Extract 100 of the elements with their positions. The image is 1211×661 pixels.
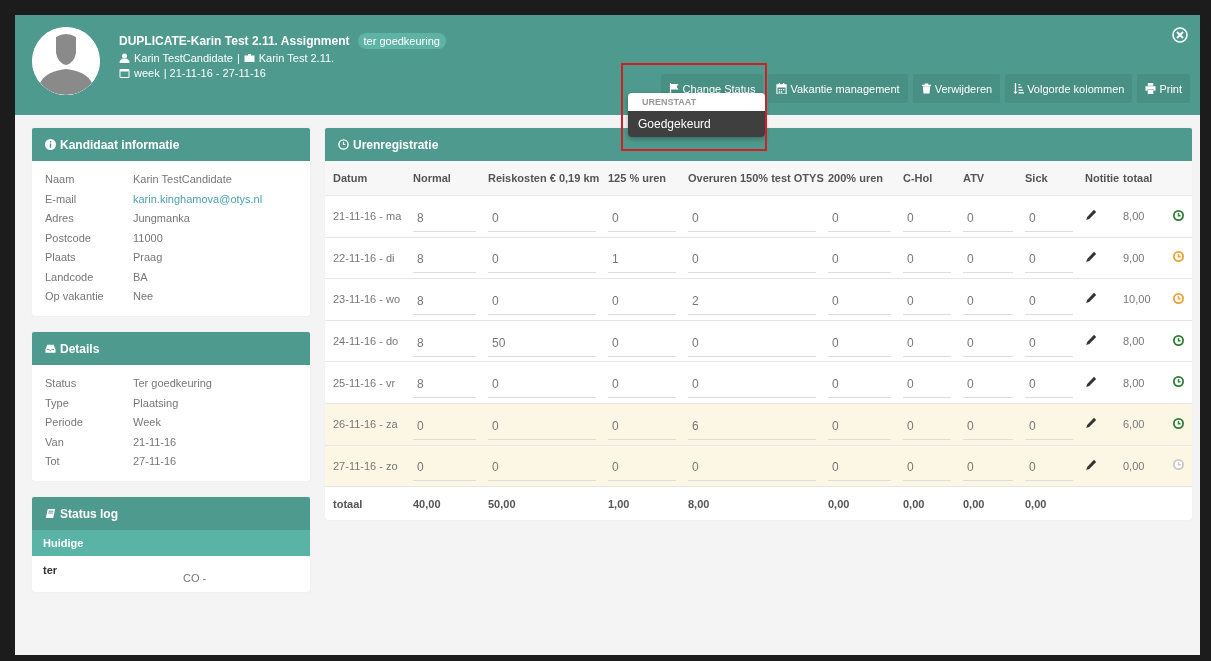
field-value: BA	[133, 270, 149, 283]
hours-input[interactable]: 0	[903, 373, 951, 399]
hours-input[interactable]: 0	[963, 331, 1013, 357]
toolbar-button[interactable]: Volgorde kolommen	[1005, 74, 1133, 103]
hours-input[interactable]: 0	[963, 414, 1013, 440]
hours-input[interactable]: 0	[413, 414, 476, 440]
hours-input[interactable]: 0	[903, 331, 951, 357]
field-label: Periode	[45, 416, 84, 428]
hours-input[interactable]: 0	[963, 456, 1013, 482]
hours-input[interactable]: 0	[488, 206, 596, 232]
pencil-icon[interactable]	[1085, 458, 1097, 471]
hours-input[interactable]: 0	[903, 206, 951, 232]
field-label: Type	[45, 396, 70, 409]
hours-input[interactable]: 0	[688, 456, 816, 482]
hours-input[interactable]: 0	[1025, 290, 1073, 315]
avatar-icon	[32, 27, 100, 95]
hours-input[interactable]: 8	[413, 373, 476, 399]
hours-input[interactable]: 0	[903, 290, 951, 315]
hours-input[interactable]: 0	[963, 206, 1013, 232]
hours-input[interactable]: 0	[1025, 206, 1073, 232]
hours-input[interactable]: 0	[608, 414, 676, 440]
total-cell: 8,00	[1115, 361, 1165, 404]
hours-input[interactable]: 0	[963, 373, 1013, 399]
total-cell: 40,00	[405, 486, 480, 521]
pencil-icon[interactable]	[1085, 334, 1097, 347]
hours-input[interactable]: 0	[608, 331, 676, 357]
date-cell: 21-11-16 - ma	[325, 195, 405, 238]
hours-input[interactable]: 0	[488, 414, 596, 440]
hours-input[interactable]: 0	[488, 456, 596, 482]
hours-input[interactable]: 0	[688, 206, 816, 232]
hours-input[interactable]: 0	[903, 248, 951, 274]
hours-input[interactable]: 0	[828, 373, 891, 399]
hours-input[interactable]: 0	[828, 206, 891, 232]
clock-icon	[1173, 293, 1184, 304]
hours-input[interactable]: 2	[688, 290, 816, 315]
hours-input[interactable]: 0	[488, 290, 596, 315]
sort-icon	[1013, 83, 1025, 94]
assignment-title: DUPLICATE-Karin Test 2.11. Assignment	[119, 34, 350, 48]
card-title: Status log	[60, 506, 118, 521]
toolbar-button[interactable]: Verwijderen	[912, 74, 1001, 103]
hours-input[interactable]: 0	[828, 248, 891, 274]
calendar-icon	[119, 68, 130, 78]
hours-input[interactable]: 0	[608, 373, 676, 399]
email-link[interactable]: karin.kinghamova@otys.nl	[133, 192, 297, 205]
close-icon[interactable]	[1172, 27, 1188, 43]
clock-icon	[338, 139, 349, 150]
pencil-icon[interactable]	[1085, 209, 1097, 222]
field-label: Van	[45, 435, 65, 448]
hours-input[interactable]: 0	[828, 456, 891, 482]
pencil-icon[interactable]	[1085, 292, 1097, 305]
hours-input[interactable]: 0	[903, 456, 951, 482]
clock-icon	[1173, 376, 1184, 388]
hours-input[interactable]: 50	[488, 331, 596, 357]
hours-input[interactable]: 8	[413, 290, 476, 315]
hours-input[interactable]: 0	[688, 248, 816, 274]
hours-input[interactable]: 0	[1025, 456, 1073, 482]
total-cell: 9,00	[1115, 237, 1165, 279]
hours-input[interactable]: 1	[608, 248, 676, 274]
hours-input[interactable]: 0	[608, 206, 676, 232]
log-status: ter	[43, 564, 59, 578]
hours-input[interactable]: 0	[488, 373, 596, 399]
log-tab[interactable]: Huidige	[32, 530, 310, 556]
field-label: Naam	[45, 173, 76, 185]
pencil-icon[interactable]	[1085, 250, 1097, 263]
toolbar-button[interactable]: Print	[1137, 74, 1190, 103]
field-value: 21-11-16	[133, 435, 178, 448]
pencil-icon[interactable]	[1085, 375, 1097, 388]
hours-input[interactable]: 0	[828, 331, 891, 357]
hours-input[interactable]: 6	[688, 414, 816, 440]
hours-input[interactable]: 0	[608, 456, 676, 482]
field-label: E-mail	[45, 192, 78, 205]
hours-input[interactable]: 0	[1025, 248, 1073, 274]
hours-input[interactable]: 0	[488, 248, 596, 274]
total-cell: 1,00	[600, 486, 680, 521]
pencil-icon[interactable]	[1085, 417, 1097, 430]
hours-input[interactable]: 0	[1025, 331, 1073, 357]
hours-input[interactable]: 8	[413, 206, 476, 232]
log-code: CO -	[183, 571, 207, 584]
dropdown-item[interactable]: Goedgekeurd	[628, 111, 765, 137]
separator: |	[236, 52, 240, 64]
hours-input[interactable]: 8	[413, 331, 476, 357]
hours-input[interactable]: 0	[1025, 414, 1073, 440]
field-value: Plaatsing	[133, 396, 180, 409]
hours-input[interactable]: 0	[828, 290, 891, 315]
hours-input[interactable]: 0	[1025, 373, 1073, 399]
hours-input[interactable]: 0	[963, 248, 1013, 274]
toolbar-button[interactable]: Vakantie management	[768, 74, 908, 103]
period-type: week	[134, 67, 160, 79]
date-cell: 24-11-16 - do	[325, 320, 405, 362]
hours-input[interactable]: 0	[688, 373, 816, 399]
hours-input[interactable]: 0	[608, 290, 676, 315]
hours-input[interactable]: 0	[688, 331, 816, 357]
hours-input[interactable]: 0	[903, 414, 951, 440]
field-value: Ter goedkeuring	[133, 377, 213, 389]
hours-input[interactable]: 0	[963, 290, 1013, 315]
hours-input[interactable]: 8	[413, 248, 476, 274]
date-cell: 22-11-16 - di	[325, 237, 405, 279]
hours-input[interactable]: 0	[828, 414, 891, 440]
hours-input[interactable]: 0	[413, 456, 476, 482]
field-label: Postcode	[45, 231, 92, 244]
